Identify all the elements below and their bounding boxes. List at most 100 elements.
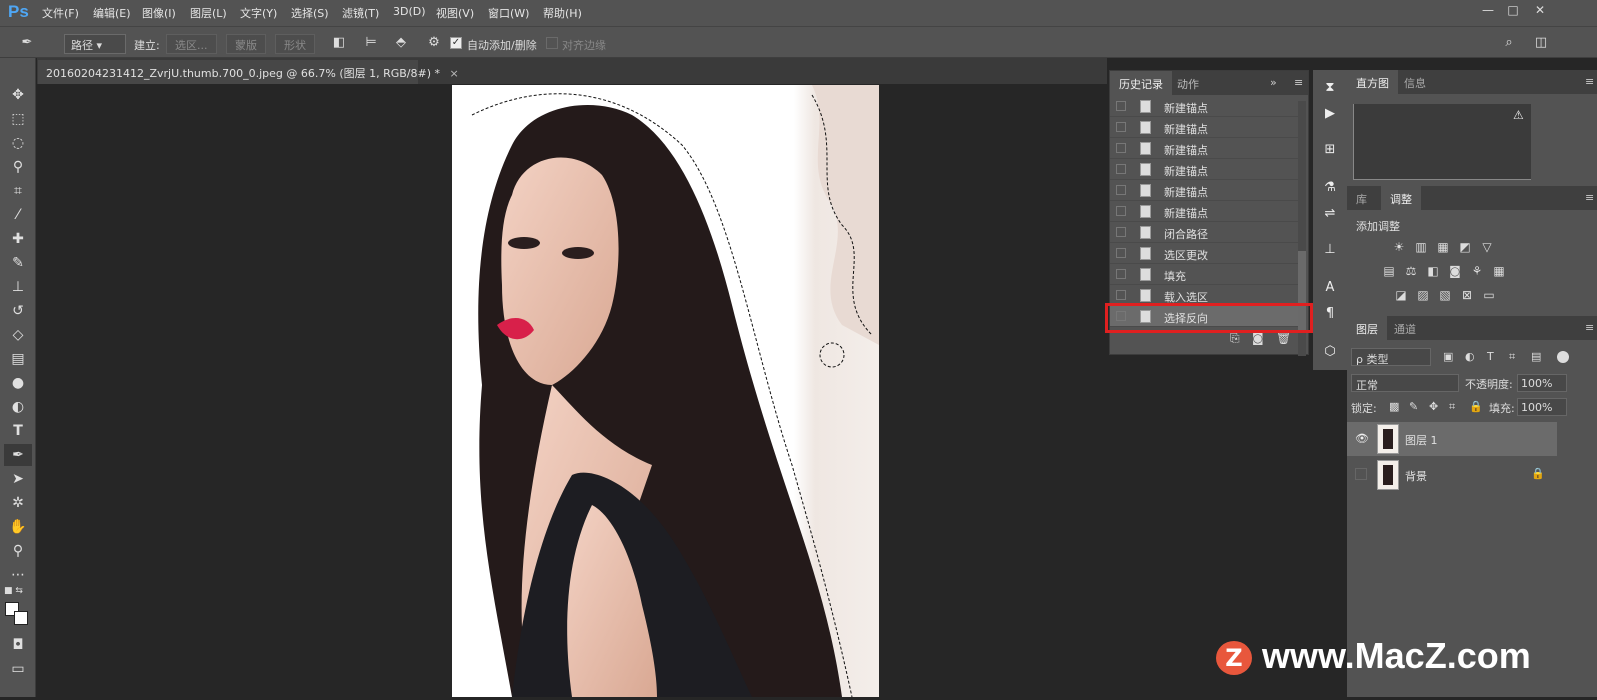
- menu-view[interactable]: 视图(V): [436, 5, 474, 21]
- brush-tool-icon[interactable]: ✎: [4, 252, 32, 274]
- clone-source-icon[interactable]: ⊥: [1320, 242, 1340, 262]
- marquee-tool-icon[interactable]: ⬚: [4, 108, 32, 130]
- properties-icon[interactable]: ⊞: [1320, 142, 1340, 162]
- workspace-icon[interactable]: ◫: [1532, 35, 1550, 53]
- tab-channels[interactable]: 通道: [1385, 316, 1425, 340]
- levels-icon[interactable]: ▥: [1413, 240, 1429, 254]
- default-colors-icon[interactable]: ■ ⇆: [4, 586, 32, 598]
- filter-pixel-icon[interactable]: ▣: [1443, 350, 1453, 363]
- minimize-button[interactable]: —: [1478, 3, 1498, 21]
- vibrance-icon[interactable]: ▽: [1479, 240, 1495, 254]
- layer-filter-select[interactable]: ρ 类型: [1351, 348, 1431, 366]
- fill-input[interactable]: 100%: [1517, 398, 1567, 416]
- close-window-button[interactable]: ✕: [1530, 3, 1550, 21]
- tab-adjustments[interactable]: 调整: [1381, 186, 1421, 210]
- healing-brush-tool-icon[interactable]: ✚: [4, 228, 32, 250]
- panel-menu-icon[interactable]: ≡: [1294, 76, 1303, 89]
- history-item[interactable]: 新建锚点: [1110, 201, 1298, 222]
- pen-tool-preset-icon[interactable]: ✒: [18, 35, 36, 53]
- lock-artboard-icon[interactable]: ⌗: [1449, 400, 1455, 414]
- path-alignment-icon[interactable]: ⊨: [362, 35, 380, 53]
- make-mask-button[interactable]: 蒙版: [226, 34, 266, 54]
- eyedropper-tool-icon[interactable]: ⁄: [4, 204, 32, 226]
- color-balance-icon[interactable]: ⚖: [1403, 264, 1419, 278]
- opacity-input[interactable]: 100%: [1517, 374, 1567, 392]
- menu-help[interactable]: 帮助(H): [543, 5, 582, 21]
- pen-tool-icon[interactable]: ✒: [4, 444, 32, 466]
- photo-filter-icon[interactable]: ◙: [1447, 264, 1463, 278]
- 3d-cube-icon[interactable]: ⬡: [1320, 344, 1340, 364]
- menu-window[interactable]: 窗口(W): [488, 5, 529, 21]
- dodge-tool-icon[interactable]: ◐: [4, 396, 32, 418]
- eye-icon[interactable]: 👁: [1355, 432, 1369, 445]
- zoom-tool-icon[interactable]: ⚲: [4, 540, 32, 562]
- character-icon[interactable]: A: [1320, 280, 1340, 300]
- type-tool-icon[interactable]: T: [4, 420, 32, 442]
- menu-select[interactable]: 选择(S): [291, 5, 329, 21]
- history-item[interactable]: 新建锚点: [1110, 180, 1298, 201]
- brightness-icon[interactable]: ☀: [1391, 240, 1407, 254]
- delete-icon[interactable]: 🗑: [1276, 331, 1291, 345]
- close-document-icon[interactable]: ×: [450, 67, 459, 80]
- warning-icon[interactable]: ⚠: [1513, 108, 1524, 122]
- path-operations-icon[interactable]: ◧: [330, 35, 348, 53]
- eraser-tool-icon[interactable]: ◇: [4, 324, 32, 346]
- threshold-icon[interactable]: ▧: [1437, 288, 1453, 302]
- filter-adjustment-icon[interactable]: ◐: [1465, 350, 1475, 363]
- lock-pixels-icon[interactable]: ✎: [1409, 400, 1418, 413]
- history-item[interactable]: 新建锚点: [1110, 138, 1298, 159]
- invert-icon[interactable]: ◪: [1393, 288, 1409, 302]
- hue-saturation-icon[interactable]: ▤: [1381, 264, 1397, 278]
- black-white-icon[interactable]: ◧: [1425, 264, 1441, 278]
- background-color-swatch[interactable]: [14, 611, 28, 625]
- new-snapshot-icon[interactable]: ◙: [1252, 331, 1264, 345]
- blend-mode-select[interactable]: 正常: [1351, 374, 1459, 392]
- tab-histogram[interactable]: 直方图: [1347, 70, 1398, 94]
- brush-settings-icon[interactable]: ⚗: [1320, 180, 1340, 200]
- maximize-button[interactable]: □: [1503, 3, 1523, 21]
- panel-menu-icon[interactable]: ≡: [1585, 75, 1594, 88]
- hand-tool-icon[interactable]: ✋: [4, 516, 32, 538]
- screen-mode-icon[interactable]: ▭: [4, 658, 32, 680]
- filter-smart-object-icon[interactable]: ▤: [1531, 350, 1541, 363]
- filter-shape-icon[interactable]: ⌗: [1509, 350, 1515, 364]
- menu-type[interactable]: 文字(Y): [240, 5, 277, 21]
- channel-mixer-icon[interactable]: ⚘: [1469, 264, 1485, 278]
- quick-select-tool-icon[interactable]: ⚲: [4, 156, 32, 178]
- layer-row[interactable]: 背景 🔒: [1347, 458, 1557, 492]
- auto-add-delete-checkbox[interactable]: ✓: [450, 37, 462, 49]
- crop-tool-icon[interactable]: ⌗: [4, 180, 32, 202]
- lock-all-icon[interactable]: 🔒: [1469, 400, 1483, 413]
- gear-icon[interactable]: ⚙: [425, 35, 443, 53]
- shape-tool-icon[interactable]: ✲: [4, 492, 32, 514]
- search-icon[interactable]: ⌕: [1500, 35, 1518, 53]
- color-lookup-icon[interactable]: ▦: [1491, 264, 1507, 278]
- gradient-tool-icon[interactable]: ▤: [4, 348, 32, 370]
- quick-mask-icon[interactable]: ◘: [4, 634, 32, 656]
- lock-position-icon[interactable]: ✥: [1429, 400, 1438, 413]
- clone-stamp-tool-icon[interactable]: ⊥: [4, 276, 32, 298]
- menu-edit[interactable]: 编辑(E): [93, 5, 131, 21]
- exposure-icon[interactable]: ◩: [1457, 240, 1473, 254]
- blur-tool-icon[interactable]: ●: [4, 372, 32, 394]
- menu-3d[interactable]: 3D(D): [393, 5, 426, 18]
- tab-info[interactable]: 信息: [1395, 70, 1435, 94]
- lock-transparent-icon[interactable]: ▩: [1389, 400, 1399, 413]
- history-item[interactable]: 选区更改: [1110, 243, 1298, 264]
- document-tab[interactable]: 20160204231412_ZvrjU.thumb.700_0.jpeg @ …: [38, 60, 459, 84]
- panel-menu-icon[interactable]: ≡: [1585, 321, 1594, 334]
- make-selection-button[interactable]: 选区...: [166, 34, 217, 54]
- filter-toggle[interactable]: [1557, 351, 1569, 363]
- tab-actions[interactable]: 动作: [1168, 71, 1208, 95]
- visibility-toggle[interactable]: [1355, 468, 1367, 480]
- path-selection-tool-icon[interactable]: ➤: [4, 468, 32, 490]
- path-mode-select[interactable]: 路径 ▾: [64, 34, 126, 54]
- path-arrangement-icon[interactable]: ⬘: [392, 35, 410, 53]
- panel-menu-icon[interactable]: ≡: [1585, 191, 1594, 204]
- lasso-tool-icon[interactable]: ◌: [4, 132, 32, 154]
- actions-play-icon[interactable]: ▶: [1320, 106, 1340, 126]
- menu-filter[interactable]: 滤镜(T): [342, 5, 379, 21]
- more-tools-icon[interactable]: ⋯: [4, 564, 32, 586]
- layer-row-selected[interactable]: 👁 图层 1: [1347, 422, 1557, 456]
- panel-collapse-icon[interactable]: »: [1270, 76, 1277, 89]
